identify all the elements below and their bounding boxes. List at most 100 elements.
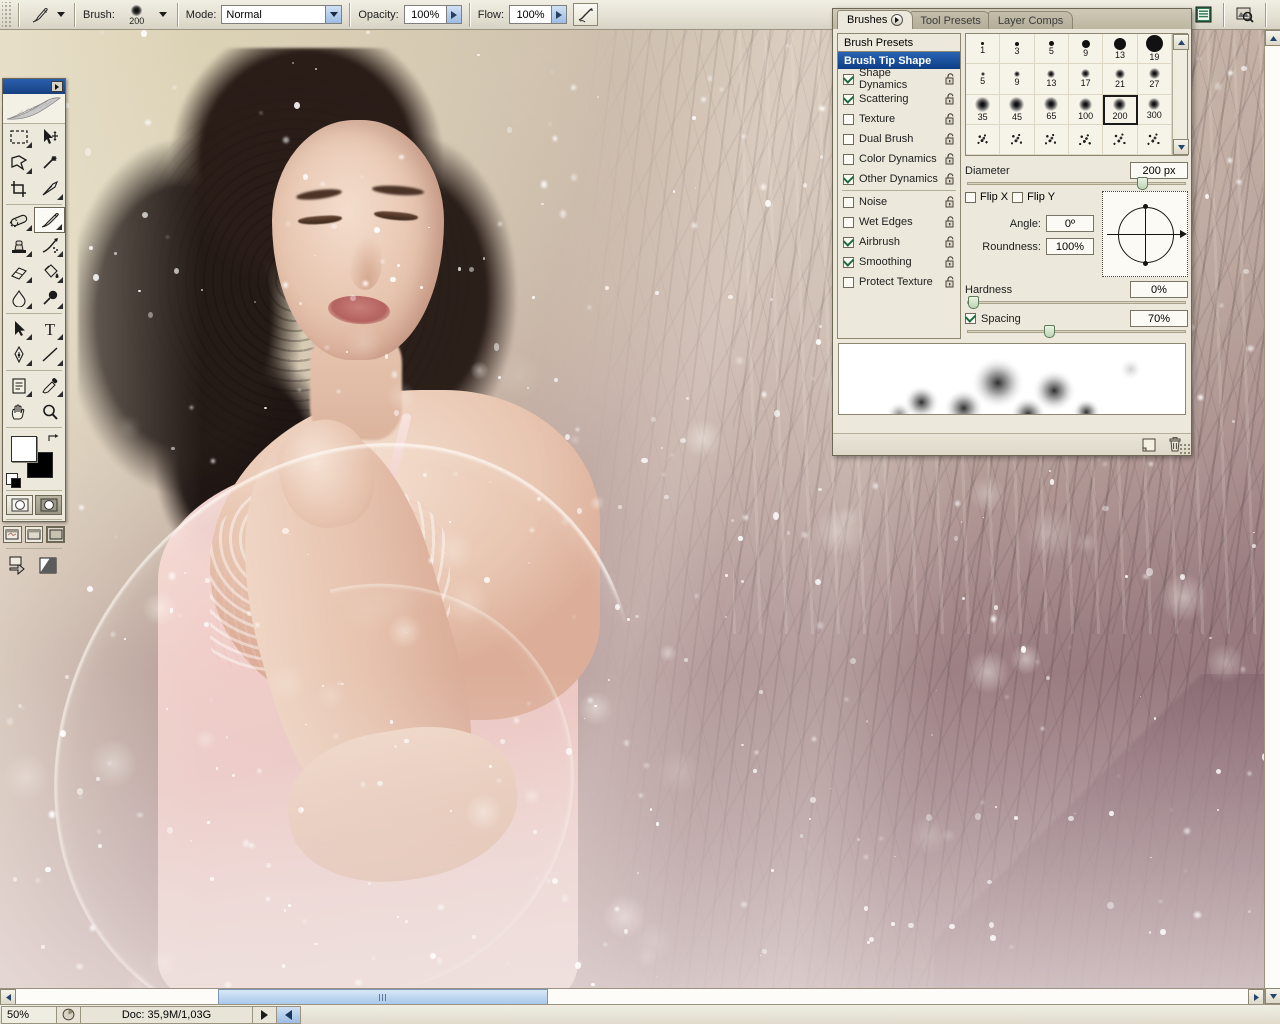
roundness-handle-bottom[interactable] — [1143, 261, 1148, 266]
sidebar-item-history-brush-tool[interactable] — [34, 233, 65, 259]
brush-tip-cell[interactable]: 300 — [1137, 94, 1172, 125]
brush-setting-row[interactable]: Other Dynamics — [838, 169, 960, 189]
brushes-panel[interactable]: Brushes Tool Presets Layer Comps Brush P… — [832, 8, 1192, 456]
unlocked-icon[interactable] — [945, 113, 956, 125]
brush-setting-checkbox[interactable] — [843, 173, 854, 185]
horizontal-scroll-thumb[interactable] — [218, 989, 548, 1005]
tool-preset-dropdown[interactable] — [55, 5, 67, 25]
brush-setting-row[interactable]: Smoothing — [838, 252, 960, 272]
flow-value[interactable]: 100% — [509, 5, 552, 24]
toolbox-menu-button[interactable] — [51, 81, 63, 92]
brush-setting-checkbox[interactable] — [843, 196, 854, 208]
unlocked-icon[interactable] — [945, 196, 956, 208]
new-brush-button[interactable] — [1141, 437, 1157, 453]
spacing-checkbox[interactable] — [965, 313, 976, 324]
full-screen-menubar-button[interactable] — [24, 525, 44, 543]
hardness-slider-knob[interactable] — [968, 296, 979, 309]
brush-setting-row[interactable]: Wet Edges — [838, 212, 960, 232]
sidebar-item-crop-tool[interactable] — [3, 176, 34, 202]
airbrush-toggle-button[interactable] — [573, 3, 599, 26]
unlocked-icon[interactable] — [945, 256, 956, 268]
spacing-value[interactable]: 70% — [1130, 310, 1188, 327]
brush-setting-row[interactable]: Shape Dynamics — [838, 67, 960, 91]
brush-tip-cell[interactable]: 13 — [1103, 34, 1138, 65]
brush-setting-checkbox[interactable] — [843, 73, 854, 85]
standard-screen-mode-button[interactable] — [3, 525, 22, 543]
unlocked-icon[interactable] — [945, 93, 956, 105]
sidebar-item-lasso-tool[interactable] — [3, 150, 34, 176]
sidebar-item-brush-tool[interactable] — [34, 207, 65, 233]
brush-tip-cell[interactable] — [1103, 124, 1138, 155]
foreground-color-swatch[interactable] — [11, 436, 37, 462]
brush-tip-cell[interactable]: 5 — [966, 64, 1001, 95]
vertical-scrollbar[interactable] — [1264, 30, 1280, 1004]
brush-picker-dropdown[interactable] — [156, 5, 170, 25]
brush-setting-checkbox[interactable] — [843, 93, 854, 105]
brush-tip-cell[interactable]: 5 — [1034, 34, 1069, 65]
opacity-slider-button[interactable] — [445, 5, 462, 24]
options-bar-grip[interactable] — [2, 1, 11, 28]
brush-setting-row[interactable]: Airbrush — [838, 232, 960, 252]
brush-tip-cell[interactable]: 19 — [1137, 34, 1172, 65]
roundness-value[interactable]: 100% — [1046, 238, 1094, 255]
panel-menu-arrow-icon[interactable] — [891, 14, 904, 26]
sidebar-item-notes-tool[interactable] — [3, 373, 34, 399]
brush-tip-cell[interactable] — [1000, 124, 1035, 155]
status-play-button[interactable] — [253, 1005, 277, 1024]
brush-tip-grid[interactable]: 1 3 5 9 13 19 5 9 13 17 21 27 35 45 65 100 200 300 — [966, 34, 1172, 155]
toolbox-palette[interactable]: T — [2, 78, 66, 575]
sidebar-item-healing-brush-tool[interactable] — [3, 207, 34, 233]
scroll-right-button[interactable] — [1248, 989, 1264, 1005]
brush-tip-cell[interactable] — [1034, 124, 1069, 155]
file-browser-button[interactable] — [1232, 3, 1258, 27]
mode-select-arrow[interactable] — [325, 5, 343, 24]
unlocked-icon[interactable] — [945, 173, 956, 185]
angle-roundness-control[interactable] — [1102, 191, 1188, 277]
spacing-slider[interactable] — [967, 325, 1186, 338]
brush-tip-cell[interactable]: 17 — [1068, 64, 1104, 95]
panel-resize-grip[interactable] — [1179, 443, 1190, 454]
sidebar-item-blur-tool[interactable] — [3, 285, 34, 311]
unlocked-icon[interactable] — [945, 216, 956, 228]
brush-tip-cell[interactable]: 45 — [1000, 94, 1035, 125]
brush-tip-cell[interactable]: 1 — [966, 34, 1001, 65]
unlocked-icon[interactable] — [945, 153, 956, 165]
brush-tip-cell[interactable]: 21 — [1103, 64, 1138, 95]
sidebar-item-move-tool[interactable] — [34, 124, 65, 150]
brush-grid-scrollbar[interactable] — [1172, 34, 1189, 155]
unlocked-icon[interactable] — [945, 236, 956, 248]
scroll-left-button[interactable] — [0, 989, 16, 1005]
jump-to-imageready-button[interactable] — [8, 555, 34, 578]
horizontal-scrollbar[interactable] — [0, 988, 1264, 1005]
brush-setting-row[interactable]: Protect Texture — [838, 272, 960, 292]
list-item-brush-presets[interactable]: Brush Presets — [838, 34, 960, 52]
brush-tip-cell[interactable]: 27 — [1137, 64, 1172, 95]
flow-field-group[interactable]: 100% — [509, 5, 568, 24]
sidebar-item-zoom-tool[interactable] — [34, 399, 65, 425]
brush-tip-cell[interactable]: 13 — [1034, 64, 1069, 95]
scroll-up-button[interactable] — [1265, 30, 1280, 46]
brush-tip-cell[interactable]: 200 — [1103, 94, 1138, 125]
brush-setting-checkbox[interactable] — [843, 276, 854, 288]
brush-tip-cell[interactable]: 35 — [966, 94, 1001, 125]
brush-tip-cell[interactable] — [1137, 124, 1172, 155]
sidebar-item-hand-tool[interactable] — [3, 399, 34, 425]
brush-setting-row[interactable]: Scattering — [838, 89, 960, 109]
sidebar-item-magic-wand-tool[interactable] — [34, 150, 65, 176]
brush-preview-swatch[interactable]: 200 — [120, 2, 154, 28]
hardness-slider[interactable] — [967, 296, 1186, 309]
tab-layer-comps[interactable]: Layer Comps — [987, 11, 1074, 29]
brush-tip-cell[interactable]: 65 — [1034, 94, 1069, 125]
sidebar-item-eyedropper-tool[interactable] — [34, 373, 65, 399]
brush-setting-checkbox[interactable] — [843, 133, 854, 145]
brush-tip-cell[interactable] — [966, 124, 1001, 155]
brush-setting-checkbox[interactable] — [843, 113, 854, 125]
brush-setting-checkbox[interactable] — [843, 236, 854, 248]
brush-tip-cell[interactable] — [1068, 124, 1104, 155]
flip-x-checkbox[interactable] — [965, 191, 976, 203]
brush-tip-cell[interactable]: 3 — [1000, 34, 1035, 65]
sidebar-item-type-tool[interactable]: T — [34, 316, 65, 342]
roundness-handle-top[interactable] — [1143, 204, 1148, 209]
brush-setting-row[interactable]: Color Dynamics — [838, 149, 960, 169]
diameter-slider-knob[interactable] — [1137, 177, 1149, 190]
